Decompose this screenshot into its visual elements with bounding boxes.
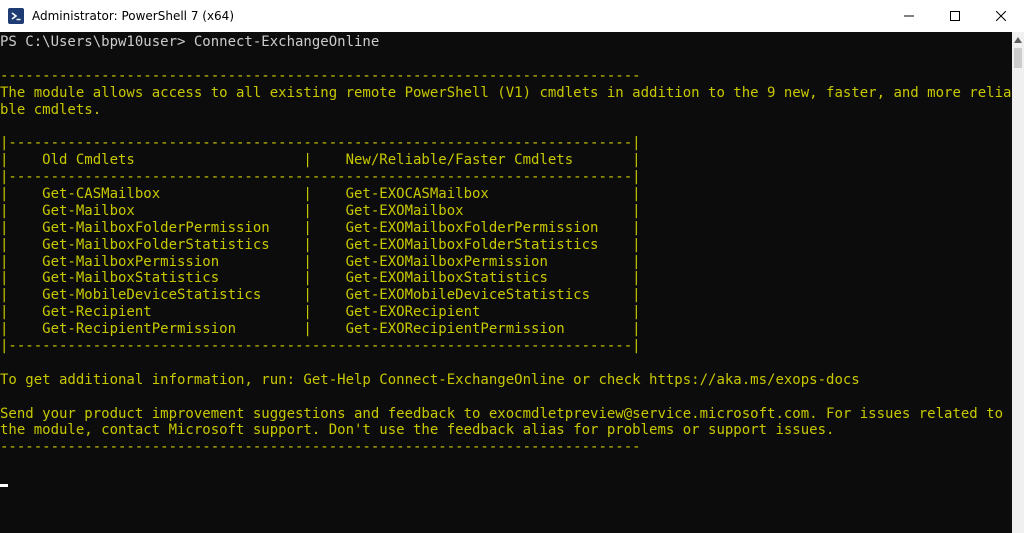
console-line: To get additional information, run: Get-… xyxy=(0,371,860,388)
scroll-thumb[interactable] xyxy=(1014,48,1022,68)
window-controls xyxy=(886,0,1024,32)
console-line: | Get-MobileDeviceStatistics | Get-EXOMo… xyxy=(0,287,641,304)
console-line: the module, contact Microsoft support. D… xyxy=(0,422,835,439)
console-line: Send your product improvement suggestion… xyxy=(0,405,1004,422)
console-line: PS C:\Users\bpw10user> Connect-ExchangeO… xyxy=(0,34,380,50)
window-title: Administrator: PowerShell 7 (x64) xyxy=(32,9,235,23)
powershell-icon[interactable] xyxy=(8,8,24,24)
console-text: PS C:\Users\bpw10user> Connect-ExchangeO… xyxy=(0,34,1011,456)
console-line: | Get-CASMailbox | Get-EXOCASMailbox | xyxy=(0,186,641,203)
console-line: | Get-MailboxFolderStatistics | Get-EXOM… xyxy=(0,236,641,253)
close-button[interactable] xyxy=(978,0,1024,32)
console-line: |---------------------------------------… xyxy=(0,338,641,355)
scroll-up-button[interactable] xyxy=(1012,32,1024,46)
console-line: ble cmdlets. xyxy=(0,101,102,118)
text-cursor xyxy=(0,484,8,487)
minimize-button[interactable] xyxy=(886,0,932,32)
console-line: | Get-MailboxFolderPermission | Get-EXOM… xyxy=(0,219,641,236)
console-line: | Old Cmdlets | New/Reliable/Faster Cmdl… xyxy=(0,152,641,169)
console-output-area[interactable]: PS C:\Users\bpw10user> Connect-ExchangeO… xyxy=(0,32,1012,533)
maximize-icon xyxy=(950,11,960,21)
console-line: ----------------------------------------… xyxy=(0,439,641,456)
console-line: ----------------------------------------… xyxy=(0,67,641,84)
console-line: | Get-RecipientPermission | Get-EXORecip… xyxy=(0,321,641,338)
vertical-scrollbar[interactable] xyxy=(1012,32,1024,533)
maximize-button[interactable] xyxy=(932,0,978,32)
powershell-window: Administrator: PowerShell 7 (x64) PS C:\… xyxy=(0,0,1024,533)
console-line: | Get-Recipient | Get-EXORecipient | xyxy=(0,304,641,321)
title-bar[interactable]: Administrator: PowerShell 7 (x64) xyxy=(0,0,1024,32)
close-icon xyxy=(996,11,1006,21)
console-line: |---------------------------------------… xyxy=(0,135,641,152)
minimize-icon xyxy=(904,11,914,21)
console-line: | Get-MailboxStatistics | Get-EXOMailbox… xyxy=(0,270,641,287)
scroll-up-arrow-icon xyxy=(1014,30,1022,48)
console-line: The module allows access to all existing… xyxy=(0,84,1012,101)
console-line: |---------------------------------------… xyxy=(0,169,641,186)
console-line: | Get-Mailbox | Get-EXOMailbox | xyxy=(0,202,641,219)
console-line: | Get-MailboxPermission | Get-EXOMailbox… xyxy=(0,253,641,270)
